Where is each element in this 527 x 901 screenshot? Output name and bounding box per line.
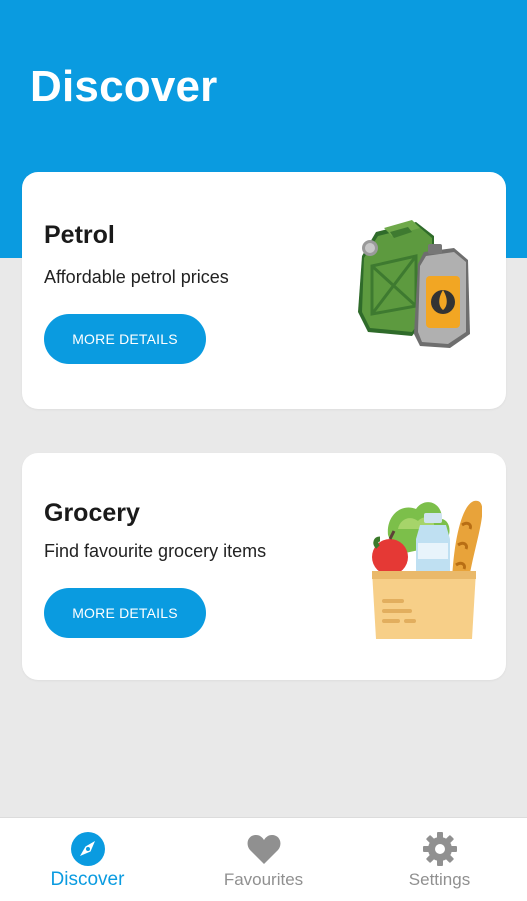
nav-item-discover[interactable]: Discover [0, 818, 175, 901]
compass-icon [71, 832, 105, 866]
card-title: Grocery [44, 499, 140, 527]
nav-item-favourites[interactable]: Favourites [176, 818, 351, 901]
gear-icon [423, 832, 457, 866]
nav-label-discover: Discover [50, 869, 125, 890]
grocery-more-details-button[interactable]: MORE DETAILS [44, 588, 206, 638]
card-title: Petrol [44, 221, 115, 249]
grocery-bag-icon [372, 500, 482, 639]
page-title: Discover [30, 62, 218, 111]
nav-label-settings: Settings [408, 870, 471, 889]
petrol-more-details-button[interactable]: MORE DETAILS [44, 314, 206, 364]
bottom-navigation: Discover Favourites Settings [0, 817, 527, 901]
fuel-jerrycan-icon [358, 220, 470, 348]
grocery-card: Grocery Find favourite grocery items MOR… [22, 453, 506, 680]
nav-label-favourites: Favourites [223, 870, 304, 889]
card-description: Affordable petrol prices [44, 267, 229, 287]
heart-icon [247, 835, 281, 864]
petrol-card: Petrol Affordable petrol prices MORE DET… [22, 172, 506, 409]
card-description: Find favourite grocery items [44, 541, 267, 561]
nav-item-settings[interactable]: Settings [352, 818, 527, 901]
